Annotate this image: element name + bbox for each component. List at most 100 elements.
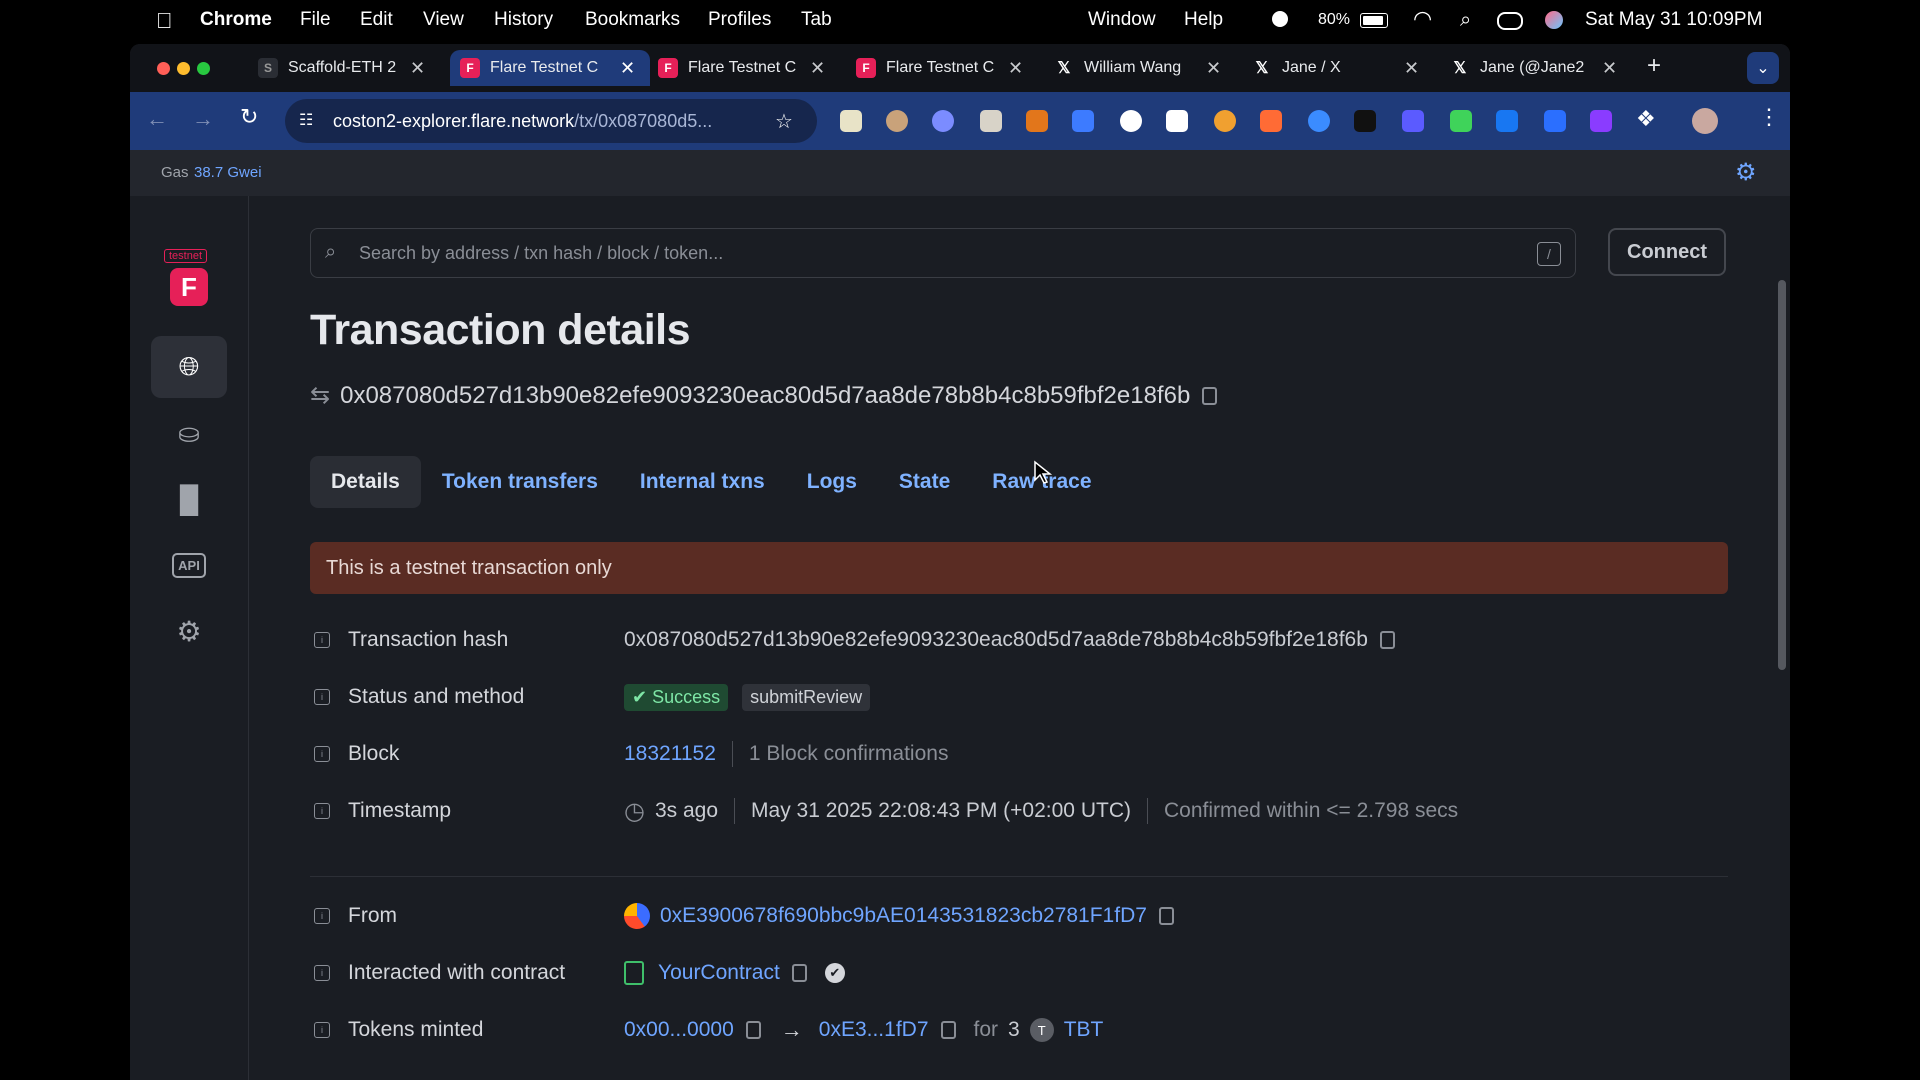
extension-icon[interactable] [1402, 110, 1424, 132]
tab-internal-txns[interactable]: Internal txns [619, 456, 786, 508]
copy-icon[interactable] [1158, 907, 1174, 925]
close-tab-icon[interactable]: ✕ [1008, 58, 1023, 79]
new-tab-button[interactable]: + [1647, 52, 1661, 80]
sidebar-item-api[interactable]: API [151, 534, 227, 596]
close-tab-icon[interactable]: ✕ [620, 58, 635, 79]
profile-avatar[interactable] [1692, 108, 1718, 134]
sidebar-item-charts[interactable]: ▐▌ [151, 468, 227, 530]
close-tab-icon[interactable]: ✕ [1602, 58, 1617, 79]
extension-icon[interactable] [1214, 110, 1236, 132]
menu-tab[interactable]: Tab [801, 9, 832, 31]
sidebar-item-tokens[interactable]: ⛀ [151, 402, 227, 464]
tab-logs[interactable]: Logs [786, 456, 878, 508]
menu-bookmarks[interactable]: Bookmarks [585, 9, 680, 31]
minimize-window-button[interactable] [177, 62, 190, 75]
row-label: From [348, 904, 397, 927]
extension-icon[interactable] [1590, 110, 1612, 132]
tab-flare-3[interactable]: F Flare Testnet C ✕ [856, 50, 1026, 86]
extension-icon[interactable] [1072, 110, 1094, 132]
from-address-link[interactable]: 0xE3900678f690bbc9bAE0143531823cb2781F1f… [660, 904, 1147, 928]
extension-icon[interactable] [840, 110, 862, 132]
copy-icon[interactable] [1379, 631, 1395, 649]
token-link[interactable]: TBT [1064, 1018, 1104, 1042]
tab-search-button[interactable]: ⌄ [1747, 52, 1779, 84]
method-badge: submitReview [742, 683, 871, 711]
copy-icon[interactable] [1202, 386, 1218, 405]
copy-icon[interactable] [745, 1021, 761, 1039]
settings-gear-icon[interactable]: ⚙ [1735, 158, 1757, 187]
info-icon[interactable]: i [314, 632, 330, 648]
tab-x-william[interactable]: 𝕏 William Wang ✕ [1054, 50, 1224, 86]
extension-icon[interactable] [1120, 110, 1142, 132]
control-center-icon[interactable] [1497, 12, 1523, 30]
info-icon[interactable]: i [314, 746, 330, 762]
extension-icon[interactable] [1450, 110, 1472, 132]
spotlight-icon[interactable]: ⌕ [1460, 9, 1471, 32]
info-icon[interactable]: i [314, 803, 330, 819]
menu-help[interactable]: Help [1184, 9, 1223, 31]
connect-button[interactable]: Connect [1608, 228, 1726, 276]
flare-logo[interactable]: F [170, 268, 208, 306]
page-scrollbar[interactable] [1778, 280, 1786, 670]
wifi-icon[interactable]: ◠ [1413, 6, 1432, 32]
address-bar[interactable]: ☷ coston2-explorer.flare.network/tx/0x08… [285, 99, 817, 143]
extension-icon[interactable] [1354, 110, 1376, 132]
tab-token-transfers[interactable]: Token transfers [421, 456, 619, 508]
tab-details[interactable]: Details [310, 456, 421, 508]
menu-window[interactable]: Window [1088, 9, 1156, 31]
info-icon[interactable]: i [314, 1022, 330, 1038]
apple-icon[interactable]:  [156, 8, 173, 34]
tab-state[interactable]: State [878, 456, 971, 508]
extension-icon[interactable] [980, 110, 1002, 132]
reload-button[interactable]: ↻ [240, 104, 258, 130]
contract-link[interactable]: YourContract [658, 961, 780, 985]
gas-value[interactable]: 38.7 Gwei [194, 164, 262, 181]
back-button[interactable]: ← [146, 106, 168, 132]
extensions-puzzle-icon[interactable]: ❖ [1636, 106, 1656, 132]
extension-icon[interactable] [1260, 110, 1282, 132]
block-link[interactable]: 18321152 [624, 742, 716, 766]
close-tab-icon[interactable]: ✕ [810, 58, 825, 79]
close-tab-icon[interactable]: ✕ [1404, 58, 1419, 79]
info-icon[interactable]: i [314, 689, 330, 705]
menu-file[interactable]: File [300, 9, 331, 31]
extension-icon[interactable] [1308, 110, 1330, 132]
search-icon: ⌕ [325, 241, 337, 263]
extension-icon[interactable] [932, 110, 954, 132]
search-input[interactable]: ⌕ Search by address / txn hash / block /… [310, 228, 1576, 278]
extension-icon[interactable] [886, 110, 908, 132]
info-icon[interactable]: i [314, 965, 330, 981]
zoom-window-button[interactable] [197, 62, 210, 75]
extension-icon[interactable] [1496, 110, 1518, 132]
extension-icon[interactable] [1166, 110, 1188, 132]
menu-app-name[interactable]: Chrome [200, 9, 272, 31]
metamask-icon[interactable] [1026, 110, 1048, 132]
close-window-button[interactable] [157, 62, 170, 75]
record-icon[interactable] [1272, 11, 1288, 27]
extension-icon[interactable] [1544, 110, 1566, 132]
copy-icon[interactable] [791, 964, 807, 982]
sidebar-item-settings[interactable]: ⚙ [151, 600, 227, 662]
info-icon[interactable]: i [314, 908, 330, 924]
sidebar-item-blockchain[interactable]: 🌐︎ [151, 336, 227, 398]
menu-profiles[interactable]: Profiles [708, 9, 771, 31]
close-tab-icon[interactable]: ✕ [410, 58, 425, 79]
tab-x-jane[interactable]: 𝕏 Jane / X ✕ [1252, 50, 1422, 86]
close-tab-icon[interactable]: ✕ [1206, 58, 1221, 79]
tab-flare-2[interactable]: F Flare Testnet C ✕ [658, 50, 828, 86]
site-info-icon[interactable]: ☷ [299, 110, 313, 130]
menu-edit[interactable]: Edit [360, 9, 393, 31]
menu-history[interactable]: History [494, 9, 553, 31]
forward-button[interactable]: → [192, 106, 214, 132]
copy-icon[interactable] [940, 1021, 956, 1039]
minted-to-link[interactable]: 0xE3...1fD7 [819, 1018, 929, 1042]
tab-flare-active[interactable]: F Flare Testnet C ✕ [450, 50, 650, 86]
browser-menu-icon[interactable]: ⋮ [1758, 104, 1780, 130]
siri-icon[interactable] [1545, 11, 1563, 29]
menu-view[interactable]: View [423, 9, 464, 31]
battery-icon[interactable] [1360, 13, 1388, 28]
tab-x-jane2[interactable]: 𝕏 Jane (@Jane2 ✕ [1450, 50, 1620, 86]
bookmark-star-icon[interactable]: ☆ [775, 109, 793, 134]
tab-scaffold[interactable]: S Scaffold-ETH 2 ✕ [258, 50, 428, 86]
minted-from-link[interactable]: 0x00...0000 [624, 1018, 734, 1042]
